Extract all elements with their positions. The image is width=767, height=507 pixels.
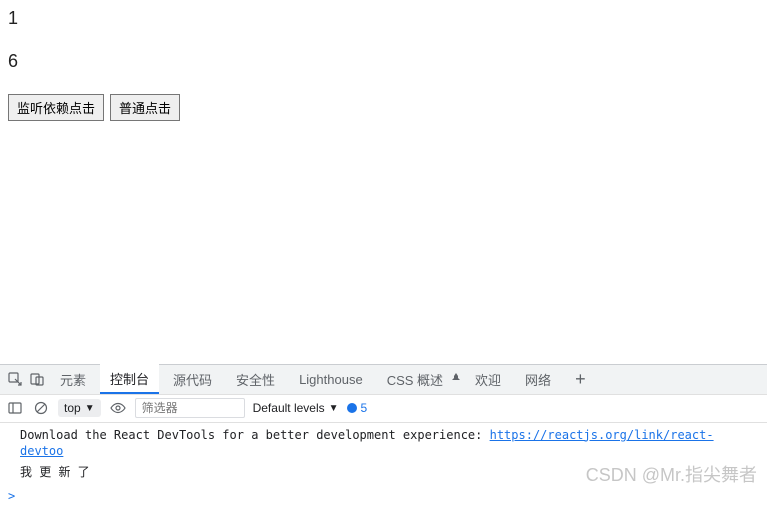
value-1: 1 (8, 8, 759, 29)
toggle-sidebar-icon[interactable] (6, 399, 24, 417)
dropdown-arrow-icon: ▼ (329, 403, 339, 414)
tab-css-overview[interactable]: CSS 概述 (377, 364, 453, 394)
clear-console-icon[interactable] (32, 399, 50, 417)
dropdown-arrow-icon: ▼ (85, 403, 95, 414)
tab-network[interactable]: 网络 (515, 364, 561, 394)
issue-dot-icon (347, 403, 357, 413)
context-selector[interactable]: top ▼ (58, 399, 101, 417)
inspect-element-icon[interactable] (6, 370, 24, 388)
tab-console[interactable]: 控制台 (100, 364, 159, 394)
console-prompt[interactable]: > (0, 485, 767, 507)
value-2: 6 (8, 51, 759, 72)
filter-input[interactable] (135, 398, 245, 418)
context-label: top (64, 401, 81, 415)
pin-icon (451, 370, 461, 388)
devtools-panel: 元素 控制台 源代码 安全性 Lighthouse CSS 概述 欢迎 网络 +… (0, 364, 767, 507)
normal-click-button[interactable]: 普通点击 (110, 94, 180, 121)
issues-badge[interactable]: 5 (347, 401, 368, 415)
log-levels-selector[interactable]: Default levels ▼ (253, 401, 339, 415)
listen-dependency-button[interactable]: 监听依赖点击 (8, 94, 104, 121)
tab-sources[interactable]: 源代码 (163, 364, 222, 394)
tab-lighthouse[interactable]: Lighthouse (289, 364, 373, 394)
levels-label: Default levels (253, 401, 325, 415)
console-toolbar: top ▼ Default levels ▼ 5 (0, 395, 767, 423)
console-log-line: 我 更 新 了 (20, 462, 747, 483)
issues-count: 5 (361, 401, 368, 415)
tab-security[interactable]: 安全性 (226, 364, 285, 394)
devtools-tabs: 元素 控制台 源代码 安全性 Lighthouse CSS 概述 欢迎 网络 + (0, 365, 767, 395)
button-row: 监听依赖点击 普通点击 (8, 94, 759, 121)
device-toggle-icon[interactable] (28, 370, 46, 388)
add-tab-icon[interactable]: + (565, 369, 596, 390)
console-log-line: Download the React DevTools for a better… (20, 425, 747, 463)
console-log-area: Download the React DevTools for a better… (0, 423, 767, 485)
prompt-chevron-icon: > (8, 489, 15, 503)
page-content: 1 6 监听依赖点击 普通点击 (0, 0, 767, 129)
tab-welcome[interactable]: 欢迎 (465, 364, 511, 394)
tab-elements[interactable]: 元素 (50, 364, 96, 394)
log-text: Download the React DevTools for a better… (20, 428, 490, 442)
live-expression-icon[interactable] (109, 399, 127, 417)
